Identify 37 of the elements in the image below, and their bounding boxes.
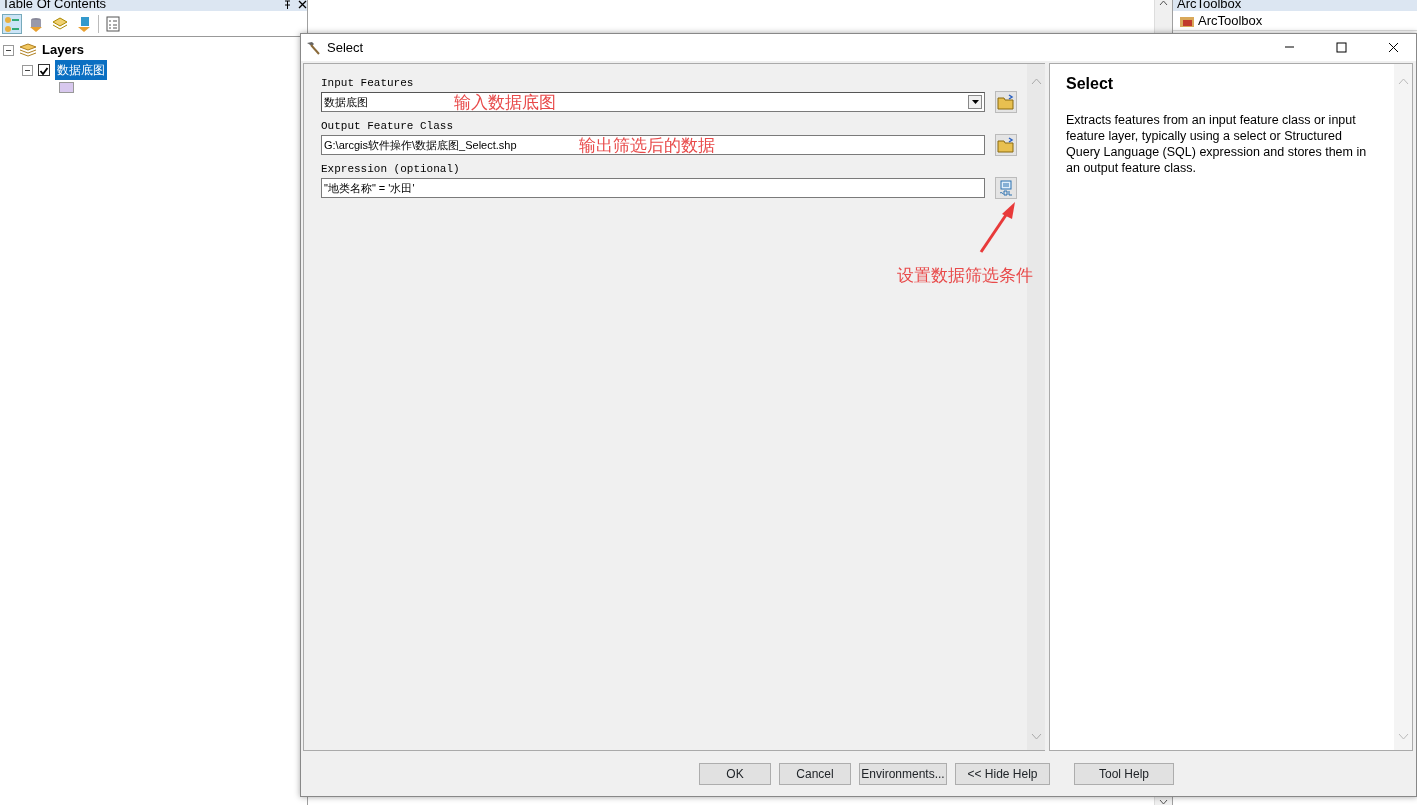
field-label: Input Features [321, 76, 415, 90]
dialog-button[interactable]: << Hide Help [955, 762, 1050, 785]
scroll-up-icon[interactable] [1159, 0, 1168, 6]
tree-label[interactable]: Layers [42, 40, 84, 60]
dialog-button[interactable]: Cancel [779, 762, 851, 785]
symbol-swatch [59, 82, 74, 93]
annotation-text: 输入数据底图 [454, 92, 556, 114]
scroll-down-icon[interactable] [1159, 799, 1168, 805]
folder-icon[interactable] [997, 137, 1015, 153]
close-icon[interactable] [298, 0, 307, 9]
window-title: Select [327, 38, 365, 57]
field-label: Expression (optional) [321, 162, 461, 176]
input-field[interactable]: "地类名称" = '水田' [321, 178, 985, 198]
collapse-icon[interactable] [22, 64, 33, 76]
layer-name[interactable]: 数据底图 [55, 60, 107, 80]
layers-icon [19, 43, 37, 57]
dialog-button[interactable]: Environments... [859, 762, 947, 785]
help-text: Extracts features from an input feature class or input feature layer, typically using a select or Structured Query Language (SQL) expression and stores them in an output feature class. [1066, 112, 1368, 176]
dropdown-arrow-icon[interactable] [971, 100, 979, 104]
sql-icon[interactable] [998, 180, 1014, 196]
collapse-icon[interactable] [3, 44, 14, 56]
layer-checkbox[interactable] [38, 64, 50, 76]
options-icon[interactable] [104, 14, 122, 33]
pin-icon[interactable] [283, 0, 292, 9]
folder-icon[interactable] [997, 94, 1015, 110]
help-title: Select [1066, 74, 1115, 94]
maximize-icon[interactable] [1335, 42, 1347, 53]
close-icon[interactable] [1387, 42, 1399, 53]
dialog-button[interactable]: Tool Help [1074, 762, 1174, 785]
annotation-text: 设置数据筛选条件 [897, 265, 1033, 287]
list-by-drawing-order-icon[interactable] [3, 14, 21, 33]
annotation-arrow [978, 200, 1018, 254]
hammer-icon [305, 40, 321, 55]
annotation-text: 输出筛选后的数据 [579, 135, 715, 157]
field-label: Output Feature Class [321, 119, 455, 133]
tree-label[interactable]: ArcToolbox [1198, 10, 1263, 31]
dialog-button[interactable]: OK [699, 762, 771, 785]
